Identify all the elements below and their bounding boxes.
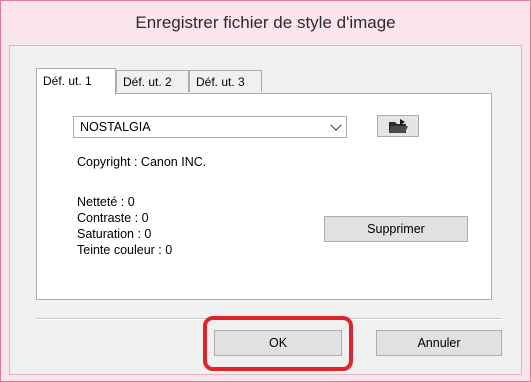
saturation-value: Saturation : 0 <box>77 227 152 241</box>
tab-def-ut-2[interactable]: Déf. ut. 2 <box>116 70 189 92</box>
contrast-value: Contraste : 0 <box>77 211 149 225</box>
open-folder-icon <box>389 119 408 133</box>
dialog-body: Déf. ut. 1 Déf. ut. 2 Déf. ut. 3 NOSTALG… <box>9 45 522 375</box>
copyright-text: Copyright : Canon INC. <box>77 155 207 169</box>
highlight-outline <box>203 316 353 371</box>
style-select[interactable]: NOSTALGIA <box>73 116 347 138</box>
title-bar: Enregistrer fichier de style d'image <box>1 1 530 45</box>
sharpness-value: Netteté : 0 <box>77 195 135 209</box>
style-select-value: NOSTALGIA <box>80 120 151 134</box>
tab-def-ut-1[interactable]: Déf. ut. 1 <box>36 68 116 95</box>
hue-value: Teinte couleur : 0 <box>77 243 173 257</box>
tab-def-ut-3[interactable]: Déf. ut. 3 <box>189 70 262 92</box>
delete-button[interactable]: Supprimer <box>324 216 468 242</box>
window-title: Enregistrer fichier de style d'image <box>135 13 396 32</box>
cancel-button[interactable]: Annuler <box>376 330 502 356</box>
chevron-down-icon <box>330 119 342 131</box>
tab-panel: NOSTALGIA Copyright : Canon INC. Netteté… <box>36 93 492 300</box>
dialog-window: Enregistrer fichier de style d'image Déf… <box>0 0 531 382</box>
open-file-button[interactable] <box>377 115 419 137</box>
